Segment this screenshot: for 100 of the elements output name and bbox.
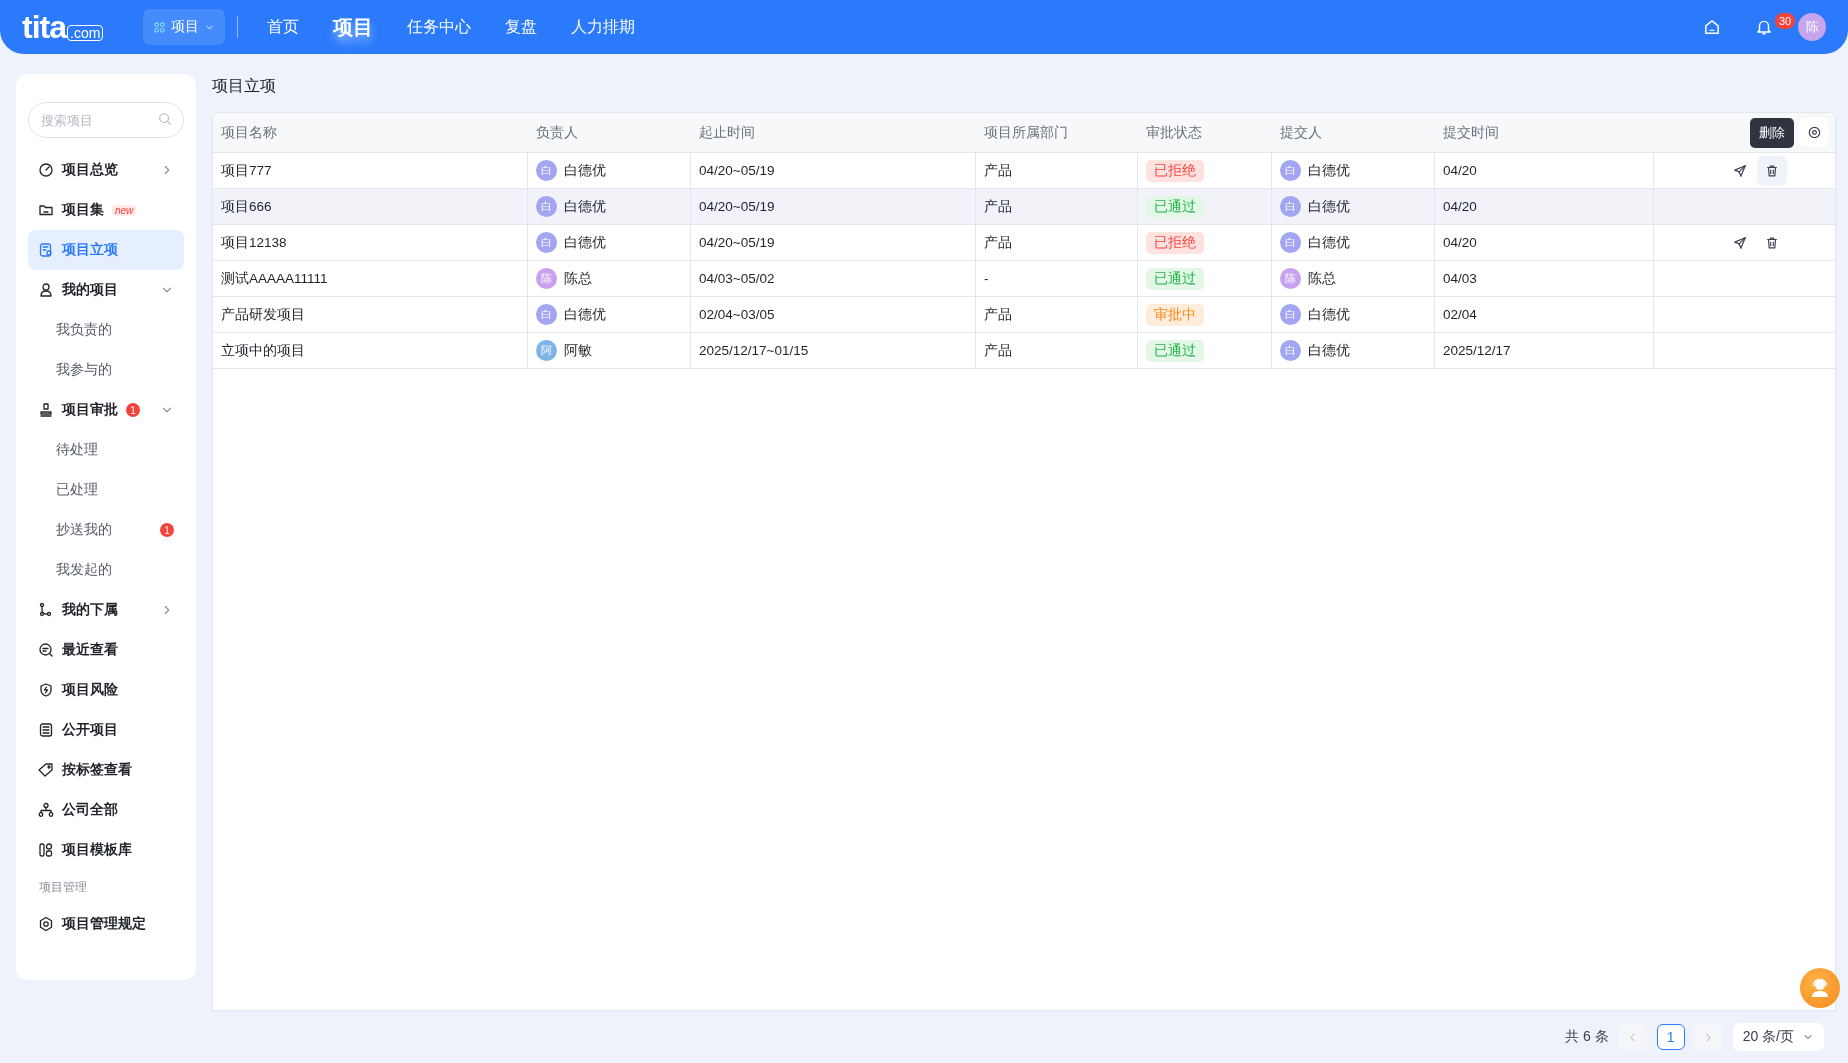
column-header: 审批状态 [1145, 123, 1203, 142]
person-name: 白德优 [1308, 233, 1350, 252]
avatar: 陈 [1280, 268, 1301, 289]
item-label: 我的项目 [62, 281, 118, 299]
nav-tab[interactable]: 任务中心 [390, 0, 489, 54]
avatar: 白 [1280, 232, 1301, 253]
table-cell: 04/20 [1435, 189, 1654, 224]
avatar: 白 [536, 304, 557, 325]
search-list-icon [38, 642, 54, 658]
trash-icon [1765, 163, 1779, 178]
table-cell: 04/20~05/19 [691, 225, 976, 260]
item-label: 项目立项 [62, 241, 118, 259]
status-tag: 审批中 [1146, 303, 1204, 326]
item-label: 项目审批 [62, 401, 118, 419]
nav-tab[interactable]: 复盘 [488, 0, 555, 54]
sidebar-item[interactable]: 项目管理规定 [28, 904, 184, 944]
column-header: 起止时间 [698, 123, 756, 142]
sidebar-item[interactable]: 项目模板库 [28, 830, 184, 870]
sidebar-item[interactable]: 抄送我的 1 [28, 510, 184, 550]
search-field[interactable]: 搜索项目 [28, 102, 184, 138]
item-label: 我负责的 [56, 321, 112, 339]
table-cell: 04/20 [1435, 225, 1654, 260]
sidebar-item[interactable]: 最近查看 [28, 630, 184, 670]
table-cell: 04/20~05/19 [691, 153, 976, 188]
sidebar-item[interactable]: 我负责的 [28, 310, 184, 350]
table-cell: 项目777 [213, 153, 528, 188]
item-label: 项目风险 [62, 681, 118, 699]
person-icon [38, 282, 54, 298]
item-label: 待处理 [56, 441, 98, 459]
stamp-icon [38, 402, 54, 418]
sidebar-item[interactable]: 按标签查看 [28, 750, 184, 790]
trash-icon [1765, 235, 1779, 250]
status-tag: 已通过 [1146, 339, 1204, 362]
nav-tab[interactable]: 人力排期 [554, 0, 653, 54]
table-cell: 2025/12/17~01/15 [691, 333, 976, 368]
table-cell: 04/20~05/19 [691, 189, 976, 224]
sidebar-item[interactable]: 公开项目 [28, 710, 184, 750]
table-cell: 2025/12/17 [1435, 333, 1654, 368]
table-cell: 04/03 [1435, 261, 1654, 296]
sidebar-item[interactable]: 项目集 new [28, 190, 184, 230]
list-icon [38, 722, 54, 738]
count-badge: 1 [126, 403, 140, 417]
avatar: 白 [1280, 160, 1301, 181]
table-cell: 产品 [976, 153, 1138, 188]
avatar: 白 [536, 232, 557, 253]
document-icon [38, 242, 54, 258]
status-tag: 已通过 [1146, 267, 1204, 290]
page-size-dropdown[interactable]: 20 条/页 [1732, 1023, 1824, 1051]
item-label: 公司全部 [62, 801, 118, 819]
avatar: 阿 [536, 340, 557, 361]
column-settings-button[interactable] [1799, 117, 1829, 147]
send-icon [1733, 163, 1747, 178]
person-name: 白德优 [1308, 161, 1350, 180]
tooltip: 删除 [1750, 117, 1794, 148]
table-cell: 04/03~05/02 [691, 261, 976, 296]
sidebar-item[interactable]: 项目风险 [28, 670, 184, 710]
send-icon [1733, 235, 1747, 250]
column-header: 提交时间 [1442, 123, 1500, 142]
sidebar-item[interactable]: 已处理 [28, 470, 184, 510]
apps-icon [153, 20, 167, 34]
person-name: 阿敏 [564, 341, 592, 360]
section-label: 项目管理 [38, 878, 88, 896]
item-label: 我的下属 [62, 601, 118, 619]
item-label: 项目集 [62, 201, 104, 219]
avatar: 白 [536, 160, 557, 181]
gear-icon [38, 916, 54, 932]
shield-icon [38, 682, 54, 698]
nav-tab[interactable]: 项目 [316, 0, 391, 54]
settings-icon [1806, 124, 1822, 140]
sidebar-item[interactable]: 我的下属 [28, 590, 184, 630]
column-header: 提交人 [1279, 123, 1323, 142]
sidebar-item[interactable]: 我参与的 [28, 350, 184, 390]
page-button[interactable]: 1 [1656, 1024, 1685, 1050]
sidebar-item[interactable]: 我的项目 [28, 270, 184, 310]
item-label: 按标签查看 [62, 761, 132, 779]
sidebar-item[interactable]: 我发起的 [28, 550, 184, 590]
total-count: 共 6 条 [1565, 1028, 1609, 1046]
table-cell: 04/20 [1435, 153, 1654, 188]
person-name: 白德优 [564, 305, 606, 324]
avatar: 白 [1280, 340, 1301, 361]
item-label: 公开项目 [62, 721, 118, 739]
sidebar-item[interactable]: 项目总览 [28, 150, 184, 190]
item-label: 项目管理规定 [62, 915, 146, 933]
person-name: 陈总 [1308, 269, 1336, 288]
new-tag: new [112, 204, 137, 216]
sidebar-item[interactable]: 公司全部 [28, 790, 184, 830]
table-cell: 项目12138 [213, 225, 528, 260]
search-icon [158, 112, 172, 126]
nav-tab[interactable]: 首页 [250, 0, 317, 54]
avatar: 白 [536, 196, 557, 217]
sidebar-item[interactable]: 待处理 [28, 430, 184, 470]
avatar: 白 [1280, 196, 1301, 217]
item-label: 我发起的 [56, 561, 112, 579]
avatar: 陈 [536, 268, 557, 289]
sidebar-item[interactable]: 项目审批 1 [28, 390, 184, 430]
branch-icon [38, 602, 54, 618]
tag-icon [38, 762, 54, 778]
table-cell: 02/04~03/05 [691, 297, 976, 332]
status-tag: 已通过 [1146, 195, 1204, 218]
person-name: 白德优 [564, 197, 606, 216]
